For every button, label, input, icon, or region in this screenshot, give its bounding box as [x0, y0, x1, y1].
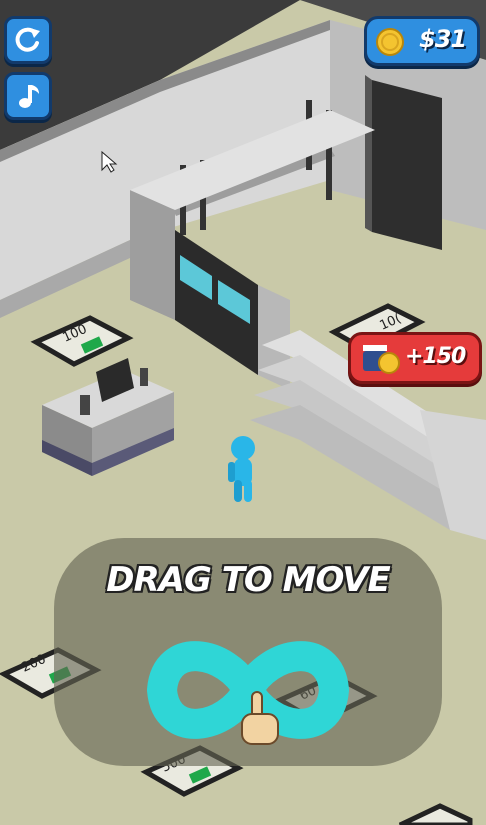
reward-amount: +150 [405, 344, 466, 369]
coin-amount: $31 [419, 25, 467, 53]
restart-icon [15, 27, 40, 52]
partition-side [130, 190, 175, 320]
tutorial-text: DRAG TO MOVE [106, 560, 390, 600]
video-ad-icon [363, 345, 400, 374]
watch-ad-reward-button[interactable]: +150 [348, 332, 482, 384]
tutorial-overlay: DRAG TO MOVE [54, 538, 442, 766]
music-toggle-button[interactable] [4, 72, 52, 120]
back-door [372, 80, 442, 250]
back-door-frame [365, 75, 372, 232]
restart-button[interactable] [4, 16, 52, 64]
music-note-icon [19, 85, 39, 108]
coin-counter: $31 [364, 16, 480, 66]
coin-icon [376, 28, 404, 56]
infinity-drag-icon [147, 641, 349, 745]
